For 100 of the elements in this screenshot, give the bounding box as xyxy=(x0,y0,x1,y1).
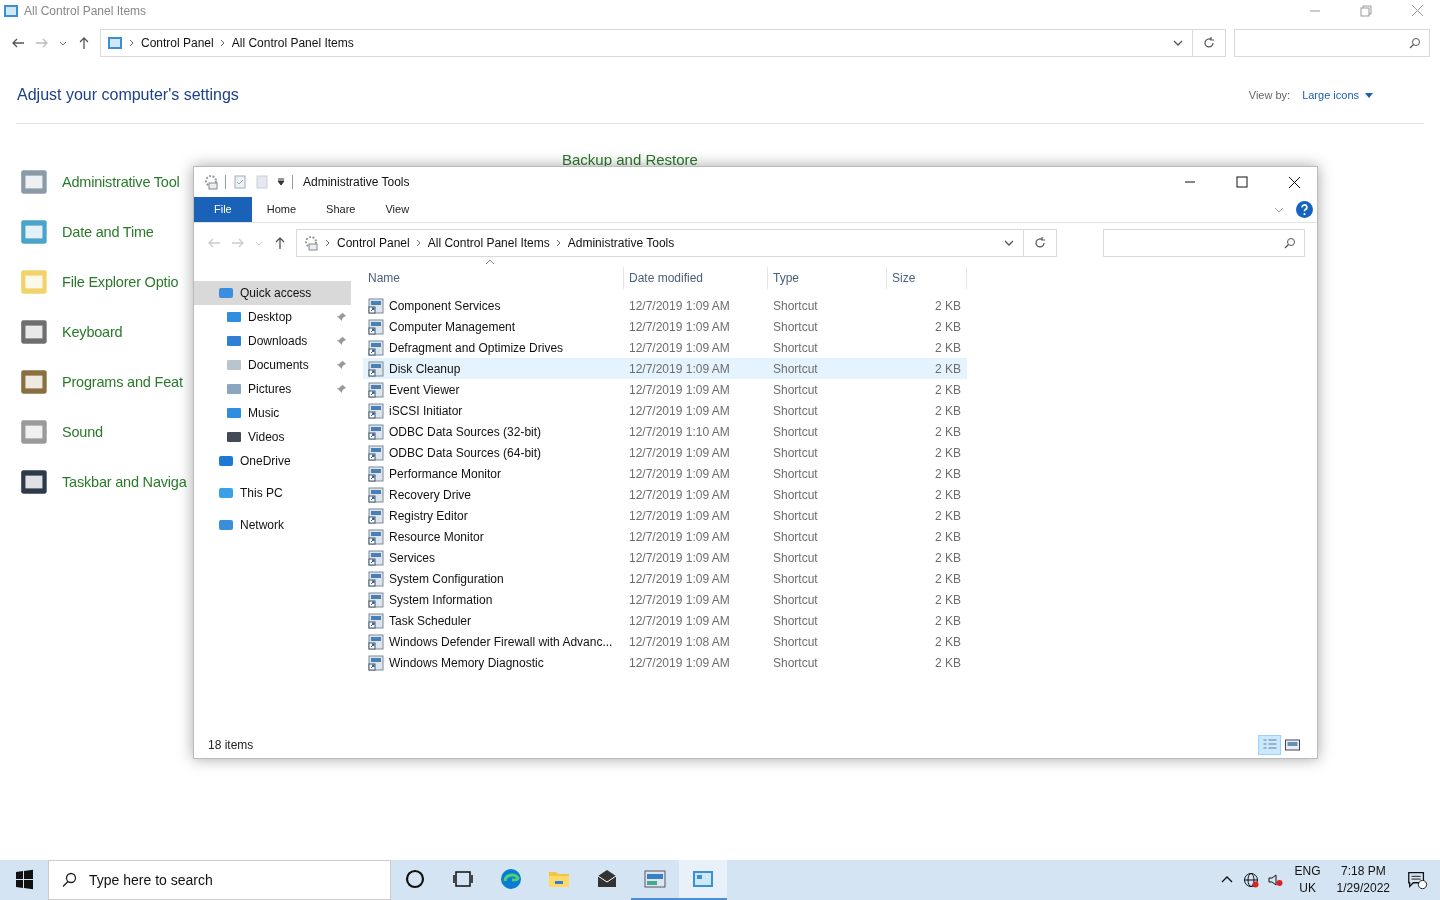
file-name: Windows Defender Firewall with Advanc... xyxy=(389,634,613,649)
pin-icon[interactable] xyxy=(337,384,347,394)
nav-item[interactable]: Videos xyxy=(194,425,351,449)
ribbon-tab[interactable]: View xyxy=(370,197,425,222)
ribbon-tab[interactable]: Home xyxy=(251,197,312,222)
date-modified: 12/7/2019 1:09 AM xyxy=(629,403,730,418)
nav-item[interactable]: Pictures xyxy=(194,377,351,401)
pin-icon[interactable] xyxy=(337,336,347,346)
file-name: Defragment and Optimize Drives xyxy=(389,340,564,355)
column-header[interactable]: Type xyxy=(773,271,799,285)
customize-dropdown-icon[interactable] xyxy=(276,177,286,187)
file-size: 2 KB xyxy=(935,592,961,607)
file-menu-button[interactable]: File xyxy=(194,197,252,222)
file-type: Shortcut xyxy=(773,613,818,628)
column-header[interactable]: Date modified xyxy=(629,271,704,285)
taskbar-search-field[interactable]: Type here to search xyxy=(48,860,391,900)
shortcut-icon xyxy=(368,381,384,398)
notification-icon[interactable] xyxy=(1406,869,1428,891)
help-icon[interactable] xyxy=(1296,201,1313,218)
settings-link[interactable]: Programs and Feat xyxy=(62,374,183,390)
settings-link[interactable]: Taskbar and Naviga xyxy=(62,474,187,490)
breadcrumb-item[interactable]: Control Panel xyxy=(141,36,214,50)
file-row[interactable]: Event Viewer 12/7/2019 1:09 AM Shortcut 2 KB xyxy=(363,379,967,400)
file-row[interactable]: Computer Management 12/7/2019 1:09 AM Shortcut 2 KB xyxy=(363,316,967,337)
file-row[interactable]: Windows Defender Firewall with Advanc... 12/7/2019 1:08 AM Shortcut 2 KB xyxy=(363,631,967,652)
nav-item[interactable]: OneDrive xyxy=(194,449,351,473)
search-field[interactable] xyxy=(1103,229,1305,257)
file-size: 2 KB xyxy=(935,655,961,670)
date-modified: 12/7/2019 1:09 AM xyxy=(629,466,730,481)
file-row[interactable]: Component Services 12/7/2019 1:09 AM Shortcut 2 KB xyxy=(363,295,967,316)
app-icon xyxy=(403,867,427,891)
file-row[interactable]: Services 12/7/2019 1:09 AM Shortcut 2 KB xyxy=(363,547,967,568)
nav-item[interactable]: Music xyxy=(194,401,351,425)
file-type: Shortcut xyxy=(773,361,818,376)
date-modified: 12/7/2019 1:09 AM xyxy=(629,655,730,670)
settings-link[interactable]: File Explorer Optio xyxy=(62,274,179,290)
settings-link[interactable]: Administrative Tool xyxy=(62,174,180,190)
network-globe-icon[interactable] xyxy=(1242,872,1259,888)
file-row[interactable]: Performance Monitor 12/7/2019 1:09 AM Shortcut 2 KB xyxy=(363,463,967,484)
nav-item[interactable]: Desktop xyxy=(194,305,351,329)
file-row[interactable]: Task Scheduler 12/7/2019 1:09 AM Shortcut 2 KB xyxy=(363,610,967,631)
nav-item[interactable]: Network xyxy=(194,513,351,537)
view-by-dropdown[interactable]: Large icons xyxy=(1302,89,1373,101)
address-bar[interactable]: Control Panel All Control Panel Items Administrative Tools xyxy=(296,229,1057,257)
file-type: Shortcut xyxy=(773,445,818,460)
file-row[interactable]: Registry Editor 12/7/2019 1:09 AM Shortcut 2 KB xyxy=(363,505,967,526)
shortcut-icon xyxy=(368,507,384,524)
file-row[interactable]: Disk Cleanup 12/7/2019 1:09 AM Shortcut 2 KB xyxy=(363,358,967,379)
column-header[interactable]: Name xyxy=(368,271,400,285)
file-type: Shortcut xyxy=(773,592,818,607)
file-size: 2 KB xyxy=(935,361,961,376)
file-size: 2 KB xyxy=(935,613,961,628)
file-type: Shortcut xyxy=(773,298,818,313)
settings-link[interactable]: Backup and Restore xyxy=(562,151,698,168)
file-row[interactable]: System Information 12/7/2019 1:09 AM Shortcut 2 KB xyxy=(363,589,967,610)
file-row[interactable]: iSCSI Initiator 12/7/2019 1:09 AM Shortcut 2 KB xyxy=(363,400,967,421)
file-row[interactable]: ODBC Data Sources (64-bit) 12/7/2019 1:09 AM Shortcut 2 KB xyxy=(363,442,967,463)
speaker-muted-icon[interactable] xyxy=(1266,872,1283,888)
ribbon-tab[interactable]: Share xyxy=(311,197,371,222)
file-row[interactable]: Defragment and Optimize Drives 12/7/2019 1:09 AM Shortcut 2 KB xyxy=(363,337,967,358)
input-language-button[interactable]: ENG UK xyxy=(1294,863,1321,897)
breadcrumb-item[interactable]: Administrative Tools xyxy=(567,236,675,250)
search-field[interactable] xyxy=(1234,29,1430,57)
nav-item[interactable]: Documents xyxy=(194,353,351,377)
settings-link[interactable]: Keyboard xyxy=(62,324,123,340)
window-title: All Control Panel Items xyxy=(24,4,147,18)
refresh-icon[interactable] xyxy=(1201,35,1217,51)
breadcrumb-item[interactable]: All Control Panel Items xyxy=(231,36,354,50)
nav-item-icon xyxy=(226,381,242,397)
file-row[interactable]: Resource Monitor 12/7/2019 1:09 AM Shortcut 2 KB xyxy=(363,526,967,547)
file-size: 2 KB xyxy=(935,340,961,355)
settings-link[interactable]: Date and Time xyxy=(62,224,154,240)
properties-icon[interactable] xyxy=(232,174,248,190)
file-row[interactable]: ODBC Data Sources (32-bit) 12/7/2019 1:10 AM Shortcut 2 KB xyxy=(363,421,967,442)
nav-item[interactable]: This PC xyxy=(194,481,351,505)
shortcut-icon xyxy=(368,465,384,482)
clock[interactable]: 7:18 PM 1/29/2022 xyxy=(1336,863,1390,897)
pin-icon[interactable] xyxy=(337,360,347,370)
pin-icon[interactable] xyxy=(337,312,347,322)
file-type: Shortcut xyxy=(773,487,818,502)
shortcut-icon xyxy=(368,297,384,314)
file-row[interactable]: Recovery Drive 12/7/2019 1:09 AM Shortcut 2 KB xyxy=(363,484,967,505)
breadcrumb-item[interactable]: All Control Panel Items xyxy=(427,236,550,250)
file-type: Shortcut xyxy=(773,403,818,418)
refresh-icon[interactable] xyxy=(1032,235,1048,251)
address-bar[interactable]: Control Panel All Control Panel Items xyxy=(100,29,1226,57)
nav-item[interactable]: Quick access xyxy=(194,281,351,305)
file-row[interactable]: Windows Memory Diagnostic 12/7/2019 1:09 AM Shortcut 2 KB xyxy=(363,652,967,673)
column-header[interactable]: Size xyxy=(892,271,916,285)
settings-link[interactable]: Sound xyxy=(62,424,103,440)
breadcrumb-item[interactable]: Control Panel xyxy=(337,236,410,250)
file-name: Registry Editor xyxy=(389,508,468,523)
date-modified: 12/7/2019 1:08 AM xyxy=(629,634,730,649)
file-name: Performance Monitor xyxy=(389,466,502,481)
shortcut-icon xyxy=(368,423,384,440)
file-row[interactable]: System Configuration 12/7/2019 1:09 AM Shortcut 2 KB xyxy=(363,568,967,589)
app-icon xyxy=(643,867,667,891)
large-icons-view-button[interactable] xyxy=(1282,736,1303,754)
nav-item[interactable]: Downloads xyxy=(194,329,351,353)
date-modified: 12/7/2019 1:09 AM xyxy=(629,508,730,523)
